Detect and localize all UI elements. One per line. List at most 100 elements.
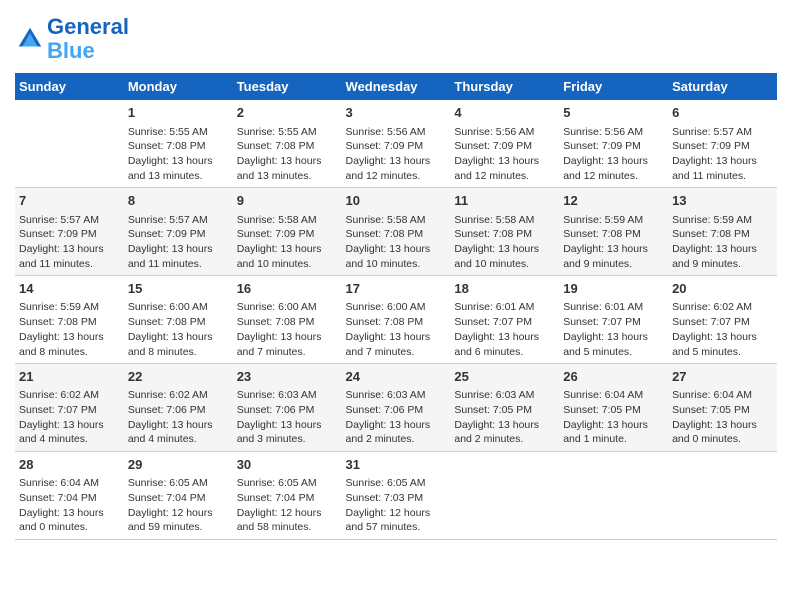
- calendar-cell: 6Sunrise: 5:57 AM Sunset: 7:09 PM Daylig…: [668, 100, 777, 187]
- calendar-table: SundayMondayTuesdayWednesdayThursdayFrid…: [15, 73, 777, 540]
- column-header-sunday: Sunday: [15, 73, 124, 100]
- day-info: Sunrise: 5:58 AM Sunset: 7:08 PM Dayligh…: [454, 213, 555, 272]
- week-row-3: 14 Sunrise: 5:59 AM Sunset: 7:08 PM Dayli…: [15, 276, 777, 364]
- calendar-cell: 9Sunrise: 5:58 AM Sunset: 7:09 PM Daylig…: [233, 188, 342, 276]
- day-info: Sunrise: 6:00 AM Sunset: 7:08 PM Dayligh…: [237, 300, 338, 359]
- logo: GeneralBlue: [15, 15, 129, 63]
- day-number: 22: [128, 368, 229, 386]
- column-header-wednesday: Wednesday: [342, 73, 451, 100]
- day-info: Sunrise: 6:03 AM Sunset: 7:05 PM Dayligh…: [454, 388, 555, 447]
- calendar-cell: 16 Sunrise: 6:00 AM Sunset: 7:08 PM Dayli…: [233, 276, 342, 364]
- column-header-saturday: Saturday: [668, 73, 777, 100]
- day-number: 3: [346, 104, 447, 122]
- calendar-cell: 28Sunrise: 6:04 AM Sunset: 7:04 PM Dayli…: [15, 452, 124, 540]
- day-number: 12: [563, 192, 664, 210]
- day-number: 19: [563, 280, 664, 298]
- calendar-cell: [668, 452, 777, 540]
- calendar-cell: 23 Sunrise: 6:03 AM Sunset: 7:06 PM Dayli…: [233, 364, 342, 452]
- day-info: Sunrise: 6:00 AM Sunset: 7:08 PM Dayligh…: [128, 300, 229, 359]
- calendar-cell: 29 Sunrise: 6:05 AM Sunset: 7:04 PM Dayli…: [124, 452, 233, 540]
- calendar-cell: 18Sunrise: 6:01 AM Sunset: 7:07 PM Dayli…: [450, 276, 559, 364]
- day-info: Sunrise: 5:57 AM Sunset: 7:09 PM Dayligh…: [19, 213, 120, 272]
- day-number: 30: [237, 456, 338, 474]
- day-info: Sunrise: 6:02 AM Sunset: 7:07 PM Dayligh…: [672, 300, 773, 359]
- calendar-cell: 13 Sunrise: 5:59 AM Sunset: 7:08 PM Dayli…: [668, 188, 777, 276]
- day-info: Sunrise: 6:04 AM Sunset: 7:05 PM Dayligh…: [672, 388, 773, 447]
- day-number: 11: [454, 192, 555, 210]
- day-number: 26: [563, 368, 664, 386]
- day-number: 5: [563, 104, 664, 122]
- week-row-2: 7 Sunrise: 5:57 AM Sunset: 7:09 PM Daylig…: [15, 188, 777, 276]
- day-number: 8: [128, 192, 229, 210]
- calendar-cell: 1 Sunrise: 5:55 AM Sunset: 7:08 PM Daylig…: [124, 100, 233, 187]
- day-number: 15: [128, 280, 229, 298]
- day-info: Sunrise: 6:05 AM Sunset: 7:03 PM Dayligh…: [346, 476, 447, 535]
- day-number: 25: [454, 368, 555, 386]
- day-number: 6: [672, 104, 773, 122]
- week-row-5: 28Sunrise: 6:04 AM Sunset: 7:04 PM Dayli…: [15, 452, 777, 540]
- day-number: 7: [19, 192, 120, 210]
- day-number: 27: [672, 368, 773, 386]
- day-info: Sunrise: 6:03 AM Sunset: 7:06 PM Dayligh…: [237, 388, 338, 447]
- calendar-cell: 25 Sunrise: 6:03 AM Sunset: 7:05 PM Dayli…: [450, 364, 559, 452]
- day-info: Sunrise: 5:59 AM Sunset: 7:08 PM Dayligh…: [19, 300, 120, 359]
- calendar-cell: 31 Sunrise: 6:05 AM Sunset: 7:03 PM Dayli…: [342, 452, 451, 540]
- day-info: Sunrise: 6:03 AM Sunset: 7:06 PM Dayligh…: [346, 388, 447, 447]
- calendar-cell: 3 Sunrise: 5:56 AM Sunset: 7:09 PM Daylig…: [342, 100, 451, 187]
- calendar-cell: 19Sunrise: 6:01 AM Sunset: 7:07 PM Dayli…: [559, 276, 668, 364]
- page-header: GeneralBlue: [15, 15, 777, 63]
- calendar-cell: 8Sunrise: 5:57 AM Sunset: 7:09 PM Daylig…: [124, 188, 233, 276]
- calendar-cell: 10 Sunrise: 5:58 AM Sunset: 7:08 PM Dayli…: [342, 188, 451, 276]
- day-number: 20: [672, 280, 773, 298]
- calendar-cell: 30Sunrise: 6:05 AM Sunset: 7:04 PM Dayli…: [233, 452, 342, 540]
- calendar-cell: 24 Sunrise: 6:03 AM Sunset: 7:06 PM Dayli…: [342, 364, 451, 452]
- column-header-thursday: Thursday: [450, 73, 559, 100]
- calendar-cell: [15, 100, 124, 187]
- day-number: 24: [346, 368, 447, 386]
- calendar-cell: 2Sunrise: 5:55 AM Sunset: 7:08 PM Daylig…: [233, 100, 342, 187]
- day-number: 13: [672, 192, 773, 210]
- calendar-cell: 5 Sunrise: 5:56 AM Sunset: 7:09 PM Daylig…: [559, 100, 668, 187]
- day-number: 1: [128, 104, 229, 122]
- calendar-cell: 7 Sunrise: 5:57 AM Sunset: 7:09 PM Daylig…: [15, 188, 124, 276]
- week-row-4: 21 Sunrise: 6:02 AM Sunset: 7:07 PM Dayli…: [15, 364, 777, 452]
- logo-icon: [15, 24, 45, 54]
- day-info: Sunrise: 6:00 AM Sunset: 7:08 PM Dayligh…: [346, 300, 447, 359]
- day-info: Sunrise: 6:05 AM Sunset: 7:04 PM Dayligh…: [128, 476, 229, 535]
- day-number: 23: [237, 368, 338, 386]
- day-info: Sunrise: 5:55 AM Sunset: 7:08 PM Dayligh…: [128, 125, 229, 184]
- day-number: 4: [454, 104, 555, 122]
- day-info: Sunrise: 5:59 AM Sunset: 7:08 PM Dayligh…: [672, 213, 773, 272]
- day-info: Sunrise: 5:59 AM Sunset: 7:08 PM Dayligh…: [563, 213, 664, 272]
- calendar-cell: 21 Sunrise: 6:02 AM Sunset: 7:07 PM Dayli…: [15, 364, 124, 452]
- day-info: Sunrise: 6:04 AM Sunset: 7:04 PM Dayligh…: [19, 476, 120, 535]
- day-number: 31: [346, 456, 447, 474]
- day-info: Sunrise: 6:02 AM Sunset: 7:07 PM Dayligh…: [19, 388, 120, 447]
- calendar-cell: 26 Sunrise: 6:04 AM Sunset: 7:05 PM Dayli…: [559, 364, 668, 452]
- day-number: 10: [346, 192, 447, 210]
- calendar-cell: 4 Sunrise: 5:56 AM Sunset: 7:09 PM Daylig…: [450, 100, 559, 187]
- day-number: 2: [237, 104, 338, 122]
- day-info: Sunrise: 5:56 AM Sunset: 7:09 PM Dayligh…: [563, 125, 664, 184]
- column-header-tuesday: Tuesday: [233, 73, 342, 100]
- day-number: 29: [128, 456, 229, 474]
- calendar-cell: 22Sunrise: 6:02 AM Sunset: 7:06 PM Dayli…: [124, 364, 233, 452]
- calendar-header-row: SundayMondayTuesdayWednesdayThursdayFrid…: [15, 73, 777, 100]
- column-header-friday: Friday: [559, 73, 668, 100]
- day-number: 14: [19, 280, 120, 298]
- calendar-cell: 14 Sunrise: 5:59 AM Sunset: 7:08 PM Dayli…: [15, 276, 124, 364]
- day-number: 21: [19, 368, 120, 386]
- calendar-cell: [450, 452, 559, 540]
- day-info: Sunrise: 5:56 AM Sunset: 7:09 PM Dayligh…: [454, 125, 555, 184]
- day-info: Sunrise: 5:58 AM Sunset: 7:08 PM Dayligh…: [346, 213, 447, 272]
- day-info: Sunrise: 6:04 AM Sunset: 7:05 PM Dayligh…: [563, 388, 664, 447]
- calendar-cell: [559, 452, 668, 540]
- calendar-cell: 27 Sunrise: 6:04 AM Sunset: 7:05 PM Dayli…: [668, 364, 777, 452]
- calendar-cell: 11 Sunrise: 5:58 AM Sunset: 7:08 PM Dayli…: [450, 188, 559, 276]
- day-number: 16: [237, 280, 338, 298]
- calendar-cell: 12 Sunrise: 5:59 AM Sunset: 7:08 PM Dayli…: [559, 188, 668, 276]
- day-info: Sunrise: 5:56 AM Sunset: 7:09 PM Dayligh…: [346, 125, 447, 184]
- column-header-monday: Monday: [124, 73, 233, 100]
- day-info: Sunrise: 6:01 AM Sunset: 7:07 PM Dayligh…: [454, 300, 555, 359]
- logo-text: GeneralBlue: [47, 15, 129, 63]
